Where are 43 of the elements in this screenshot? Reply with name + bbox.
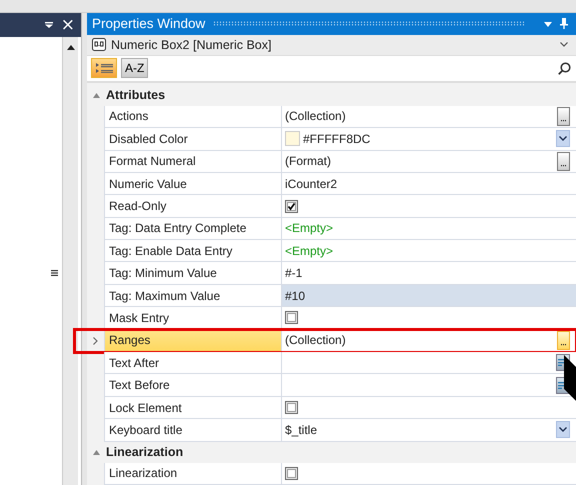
property-name[interactable]: Numeric Value <box>104 172 282 196</box>
property-value: (Format) <box>285 154 331 168</box>
value-cell[interactable]: #-1 <box>282 262 576 285</box>
value-cell[interactable]: #FFFFF8DC <box>282 128 576 151</box>
property-value: #10 <box>285 288 306 303</box>
value-cell[interactable]: #10 <box>282 284 576 308</box>
property-name[interactable]: Read-Only <box>104 195 282 218</box>
property-value: (Collection) <box>285 109 346 124</box>
value-cell[interactable]: (Format) <box>282 150 576 173</box>
value-cell[interactable]: $_title <box>282 419 576 442</box>
property-value: <Empty> <box>285 221 334 236</box>
property-value: #FFFFF8DC <box>303 132 370 146</box>
property-name[interactable]: Keyboard title <box>104 419 282 442</box>
property-name[interactable]: Tag: Minimum Value <box>104 262 282 285</box>
property-name[interactable]: Tag: Maximum Value <box>104 284 282 308</box>
value-cell[interactable]: iCounter2 <box>282 172 576 196</box>
property-name[interactable]: Linearization <box>104 462 282 485</box>
property-name[interactable]: Text Before <box>104 374 282 397</box>
close-button[interactable]: × <box>60 16 75 34</box>
object-selector[interactable]: Numeric Box2 [Numeric Box] <box>87 34 576 56</box>
value-cell[interactable]: (Collection) <box>282 106 576 128</box>
property-value: (Collection) <box>285 333 346 348</box>
window-title: Properties Window <box>92 16 206 32</box>
property-name[interactable]: Tag: Data Entry Complete <box>104 218 282 240</box>
property-name[interactable]: Format Numeral <box>104 150 282 173</box>
property-name[interactable]: Ranges <box>104 330 282 352</box>
value-cell[interactable]: (Collection) <box>282 330 576 352</box>
property-name[interactable]: Tag: Enable Data Entry <box>104 240 282 262</box>
category-title: Attributes <box>106 88 166 102</box>
property-name[interactable]: Mask Entry <box>104 307 282 330</box>
property-value: <Empty> <box>285 244 334 258</box>
property-name[interactable]: Actions <box>104 106 282 128</box>
property-name[interactable]: Disabled Color <box>104 128 282 151</box>
property-value: $_title <box>285 422 318 437</box>
object-name: Numeric Box2 [Numeric Box] <box>111 38 272 52</box>
value-cell[interactable]: <Empty> <box>282 240 576 262</box>
value-cell[interactable]: <Empty> <box>282 218 576 240</box>
sort-alphabetical-button[interactable]: A-Z <box>121 58 148 78</box>
property-name[interactable]: Lock Element <box>104 396 282 420</box>
category-title: Linearization <box>106 445 184 460</box>
property-name[interactable]: Text After <box>104 352 282 374</box>
property-value: #-1 <box>285 266 302 280</box>
property-value: iCounter2 <box>285 176 338 191</box>
